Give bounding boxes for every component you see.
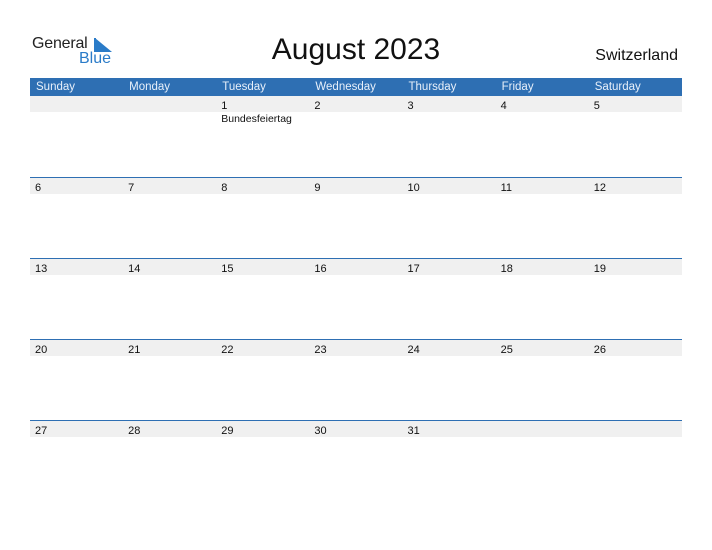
weekday-tuesday: Tuesday [222,81,266,93]
day-cell: 1 Bundesfeiertag [216,96,309,125]
day-number: 20 [35,344,48,356]
day-number: 21 [128,344,141,356]
day-cell: 4 [496,96,589,112]
day-number: 18 [500,263,513,275]
day-number: 9 [314,182,321,194]
day-number: 3 [407,100,414,112]
day-cell: 19 [589,259,682,275]
calendar-week: 1 Bundesfeiertag 2 3 4 5 [30,96,682,177]
country-label: Switzerland [595,47,678,64]
weekday-saturday: Saturday [594,81,641,93]
day-number: 19 [593,263,606,275]
day-number: 1 [221,100,228,112]
week-day-strip: 1 Bundesfeiertag 2 3 4 5 [30,96,682,125]
day-cell: 13 [30,259,123,275]
weekday-sunday: Sunday [36,81,76,93]
day-cell: 30 [309,421,402,437]
day-number: 27 [35,425,48,437]
day-cell: 23 [309,340,402,356]
day-number: 26 [593,344,606,356]
day-number: 4 [500,100,507,112]
day-cell: 9 [309,178,402,194]
day-number: 24 [407,344,420,356]
day-number: 17 [407,263,420,275]
day-cell: 5 [589,96,682,112]
day-cell: 11 [496,178,589,194]
day-cell: 25 [496,340,589,356]
week-day-strip: 13 14 15 16 17 18 19 [30,258,682,275]
day-number: 5 [593,100,600,112]
day-cell: 26 [589,340,682,356]
weekday-wednesday: Wednesday [315,81,376,93]
calendar-week: 27 28 29 30 31 [30,420,682,501]
day-number: 12 [593,182,606,194]
day-cell: 12 [589,178,682,194]
day-number: 30 [314,425,327,437]
day-number: 23 [314,344,327,356]
week-day-strip: 20 21 22 23 24 25 26 [30,339,682,356]
day-number: 10 [407,182,420,194]
day-cell [30,96,123,112]
day-cell: 29 [216,421,309,437]
day-cell: 15 [216,259,309,275]
holiday-label: Bundesfeiertag [221,113,292,125]
weekday-thursday: Thursday [408,81,457,93]
day-number: 15 [221,263,234,275]
day-cell: 2 [309,96,402,112]
day-number: 2 [314,100,321,112]
calendar-week: 13 14 15 16 17 18 19 [30,258,682,339]
day-cell [589,421,682,437]
day-number: 6 [35,182,42,194]
week-day-strip: 6 7 8 9 10 11 12 [30,177,682,194]
weekday-header: Sunday Monday Tuesday Wednesday Thursday… [30,78,682,96]
calendar-week: 20 21 22 23 24 25 26 [30,339,682,420]
day-cell: 7 [123,178,216,194]
day-cell: 16 [309,259,402,275]
weekday-friday: Friday [501,81,534,93]
day-cell [123,96,216,112]
day-cell: 6 [30,178,123,194]
day-number: 8 [221,182,228,194]
day-cell [496,421,589,437]
day-number: 28 [128,425,141,437]
day-number: 13 [35,263,48,275]
day-number: 25 [500,344,513,356]
day-number: 16 [314,263,327,275]
day-cell: 21 [123,340,216,356]
weekday-monday: Monday [129,81,171,93]
day-number: 11 [500,182,513,194]
day-cell: 10 [403,178,496,194]
week-day-strip: 27 28 29 30 31 [30,420,682,437]
day-cell: 27 [30,421,123,437]
day-cell: 24 [403,340,496,356]
day-number: 7 [128,182,135,194]
day-cell: 31 [403,421,496,437]
day-cell: 14 [123,259,216,275]
calendar-grid: Sunday Monday Tuesday Wednesday Thursday… [30,78,682,501]
weeks-container: 1 Bundesfeiertag 2 3 4 5 6 7 8 9 10 11 12 13 14 15 16 17 1… [30,96,682,501]
day-number: 31 [407,425,420,437]
day-cell: 28 [123,421,216,437]
day-cell: 20 [30,340,123,356]
day-number: 22 [221,344,234,356]
day-number: 14 [128,263,141,275]
day-cell: 22 [216,340,309,356]
day-cell: 17 [403,259,496,275]
calendar-week: 6 7 8 9 10 11 12 [30,177,682,258]
day-number: 29 [221,425,234,437]
day-cell: 18 [496,259,589,275]
day-cell: 3 [403,96,496,112]
day-cell: 8 [216,178,309,194]
